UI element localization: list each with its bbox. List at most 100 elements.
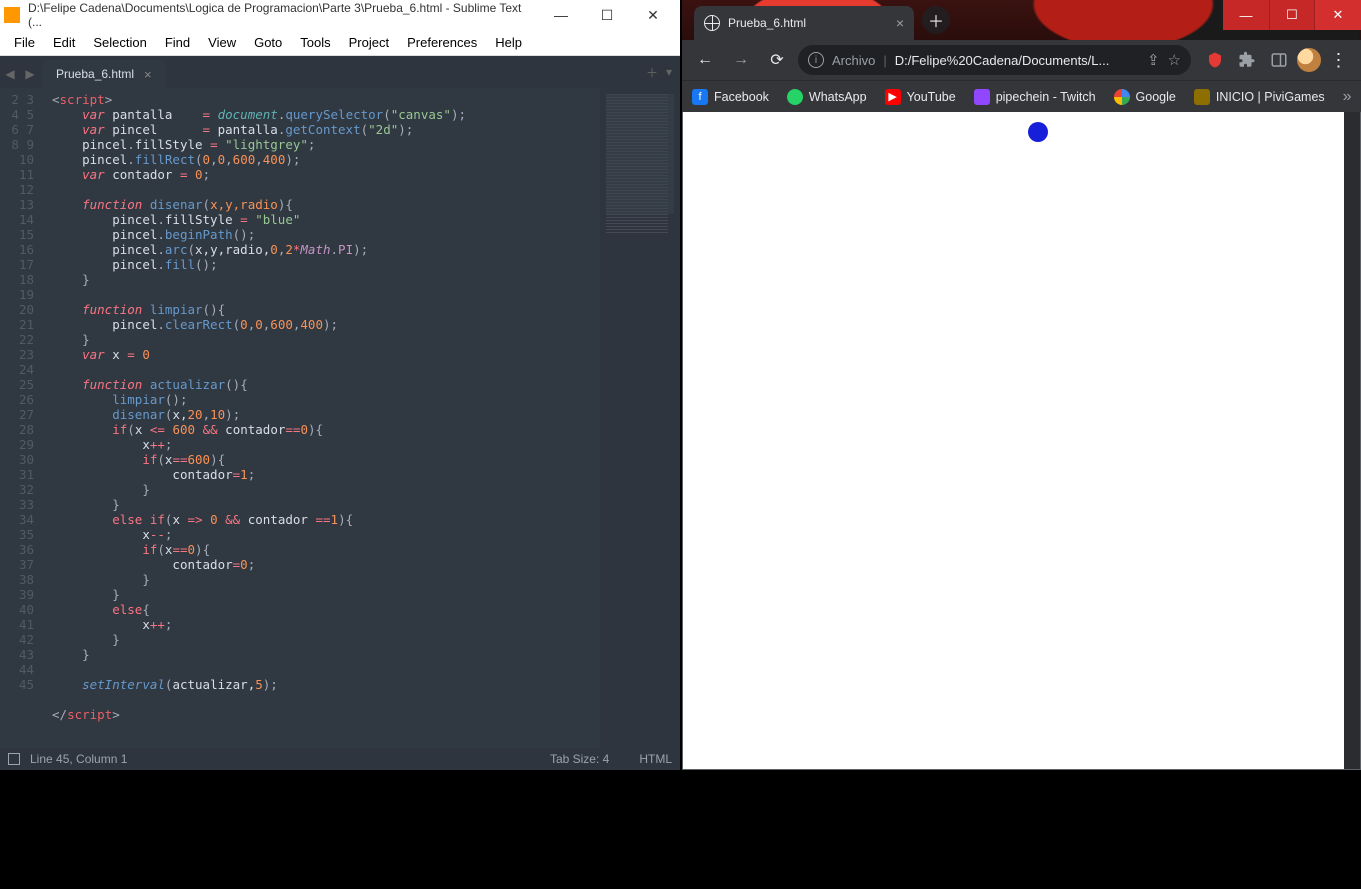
minimap-viewport[interactable] xyxy=(606,94,674,214)
t: var xyxy=(82,347,105,362)
minimize-button[interactable]: — xyxy=(1223,0,1269,30)
t: { xyxy=(346,512,354,527)
nav-back-icon[interactable]: ◀ xyxy=(0,60,20,88)
t: ; xyxy=(165,527,173,542)
extension-adblock-icon[interactable] xyxy=(1201,46,1229,74)
t: ; xyxy=(248,467,256,482)
t: pincel xyxy=(112,257,157,272)
bookmark-youtube[interactable]: ▶YouTube xyxy=(885,89,956,105)
t: pincel xyxy=(112,242,157,257)
t: ; xyxy=(361,242,369,257)
maximize-button[interactable]: ☐ xyxy=(1269,0,1315,30)
side-panel-icon[interactable] xyxy=(1265,46,1293,74)
bookmark-google[interactable]: Google xyxy=(1114,89,1176,105)
minimize-button[interactable]: — xyxy=(538,0,584,30)
t: 400 xyxy=(300,317,323,332)
t: . xyxy=(157,257,165,272)
t: pantalla xyxy=(218,122,278,137)
t: } xyxy=(82,647,90,662)
bookmark-whatsapp[interactable]: WhatsApp xyxy=(787,89,867,105)
extensions-puzzle-icon[interactable] xyxy=(1233,46,1261,74)
t: contador xyxy=(112,167,172,182)
t: = xyxy=(240,212,248,227)
status-tabsize[interactable]: Tab Size: 4 xyxy=(550,752,609,766)
sublime-logo-icon xyxy=(4,7,20,23)
menu-preferences[interactable]: Preferences xyxy=(399,32,485,53)
t: ; xyxy=(331,317,339,332)
t: pincel xyxy=(82,137,127,152)
minimap[interactable] xyxy=(600,88,680,748)
menu-find[interactable]: Find xyxy=(157,32,198,53)
chrome-tabstrip: Prueba_6.html × ＋ — ☐ ✕ xyxy=(682,0,1361,40)
menu-project[interactable]: Project xyxy=(341,32,397,53)
tab-close-icon[interactable]: × xyxy=(144,67,152,82)
nav-back-icon[interactable]: ← xyxy=(690,45,720,75)
sublime-titlebar[interactable]: D:\Felipe Cadena\Documents\Logica de Pro… xyxy=(0,0,680,30)
menu-goto[interactable]: Goto xyxy=(246,32,290,53)
t: > xyxy=(105,92,113,107)
share-icon[interactable]: ⇪ xyxy=(1147,51,1160,69)
t: contador xyxy=(172,557,232,572)
nav-forward-icon[interactable]: ▶ xyxy=(20,60,40,88)
menu-edit[interactable]: Edit xyxy=(45,32,83,53)
new-tab-icon[interactable]: ＋ xyxy=(646,64,658,81)
t: x xyxy=(135,422,150,437)
browser-viewport[interactable] xyxy=(682,112,1361,770)
t: fillStyle xyxy=(165,212,233,227)
t: fillRect xyxy=(135,152,195,167)
t: ; xyxy=(270,677,278,692)
menu-tools[interactable]: Tools xyxy=(292,32,338,53)
omnibox[interactable]: i Archivo | D:/Felipe%20Cadena/Documents… xyxy=(798,45,1191,75)
facebook-icon: f xyxy=(692,89,708,105)
new-tab-button[interactable]: ＋ xyxy=(922,6,950,34)
tab-close-icon[interactable]: × xyxy=(896,15,904,31)
t: ++ xyxy=(150,437,165,452)
t: 600 xyxy=(270,317,293,332)
t: 0 xyxy=(142,347,150,362)
menu-selection[interactable]: Selection xyxy=(85,32,154,53)
status-panel-icon[interactable] xyxy=(8,753,20,765)
close-button[interactable]: ✕ xyxy=(630,0,676,30)
editor-tab[interactable]: Prueba_6.html × xyxy=(42,60,166,88)
t: ; xyxy=(458,107,466,122)
t: actualizar, xyxy=(172,677,255,692)
t: pincel xyxy=(112,212,157,227)
tab-overflow-icon[interactable]: ▾ xyxy=(666,65,672,79)
menu-file[interactable]: File xyxy=(6,32,43,53)
t: () xyxy=(225,377,240,392)
t: ; xyxy=(406,122,414,137)
t: 10 xyxy=(210,407,225,422)
site-info-icon[interactable]: i xyxy=(808,52,824,68)
t: ) xyxy=(398,122,406,137)
reload-icon[interactable]: ⟳ xyxy=(762,45,792,75)
profile-avatar[interactable] xyxy=(1297,48,1321,72)
bookmark-pivigames[interactable]: INICIO | PiviGames xyxy=(1194,89,1325,105)
chrome-menu-icon[interactable]: ⋮ xyxy=(1325,46,1353,74)
bookmark-twitch[interactable]: pipechein - Twitch xyxy=(974,89,1096,105)
t: ; xyxy=(308,137,316,152)
t: 2 xyxy=(285,242,293,257)
bookmark-star-icon[interactable]: ☆ xyxy=(1168,51,1181,69)
browser-tab[interactable]: Prueba_6.html × xyxy=(694,6,914,40)
t: ) xyxy=(323,317,331,332)
t: if xyxy=(142,452,157,467)
menu-help[interactable]: Help xyxy=(487,32,530,53)
t: } xyxy=(142,482,150,497)
line-gutter[interactable]: 2 3 4 5 6 7 8 9 10 11 12 13 14 15 16 17 … xyxy=(0,88,42,748)
menu-view[interactable]: View xyxy=(200,32,244,53)
t: x xyxy=(142,617,150,632)
t: document xyxy=(218,107,278,122)
t: . xyxy=(157,227,165,242)
close-button[interactable]: ✕ xyxy=(1315,0,1361,30)
status-syntax[interactable]: HTML xyxy=(639,752,672,766)
t: Math xyxy=(300,242,330,257)
code-area[interactable]: <script> var pantalla = document.querySe… xyxy=(42,88,600,748)
vertical-scrollbar[interactable] xyxy=(1344,112,1360,769)
maximize-button[interactable]: ☐ xyxy=(584,0,630,30)
t: , xyxy=(210,152,218,167)
t: clearRect xyxy=(165,317,233,332)
bookmark-facebook[interactable]: fFacebook xyxy=(692,89,769,105)
t: ) xyxy=(225,407,233,422)
t: var xyxy=(82,122,105,137)
bookmarks-overflow-icon[interactable]: » xyxy=(1343,88,1352,106)
